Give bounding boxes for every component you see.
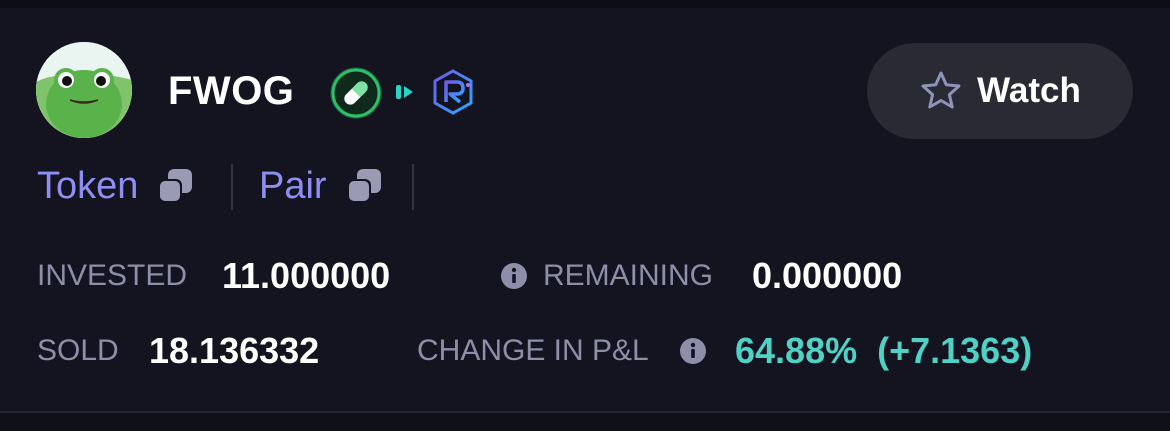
link-divider xyxy=(412,164,414,210)
raydium-icon xyxy=(433,69,473,115)
change-pnl-value: 64.88% (+7.1363) xyxy=(735,330,1033,371)
copy-icon[interactable] xyxy=(345,167,383,205)
pill-icon xyxy=(330,67,382,119)
invested-label: INVESTED xyxy=(37,259,188,292)
watch-button[interactable]: Watch xyxy=(867,43,1133,139)
info-icon[interactable] xyxy=(679,337,707,365)
change-pnl-label: CHANGE IN P&L xyxy=(417,334,649,367)
info-icon[interactable] xyxy=(500,262,528,290)
token-link[interactable]: Token xyxy=(37,160,194,212)
remaining-label: REMAINING xyxy=(543,259,714,292)
token-name: FWOG xyxy=(168,69,295,113)
watch-label: Watch xyxy=(977,71,1081,110)
link-divider xyxy=(231,164,233,210)
sold-label: SOLD xyxy=(37,334,119,367)
pair-link[interactable]: Pair xyxy=(259,160,383,212)
bottom-divider xyxy=(0,411,1170,431)
star-outline-icon xyxy=(921,71,961,109)
frog-avatar-icon xyxy=(36,42,132,138)
sold-value: 18.136332 xyxy=(149,330,320,371)
copy-icon[interactable] xyxy=(156,167,194,205)
top-divider xyxy=(0,0,1170,8)
token-link-label: Token xyxy=(37,164,139,207)
play-indicator-icon xyxy=(396,85,413,99)
pair-link-label: Pair xyxy=(259,164,327,207)
remaining-value: 0.000000 xyxy=(752,255,903,296)
invested-value: 11.000000 xyxy=(222,255,391,296)
